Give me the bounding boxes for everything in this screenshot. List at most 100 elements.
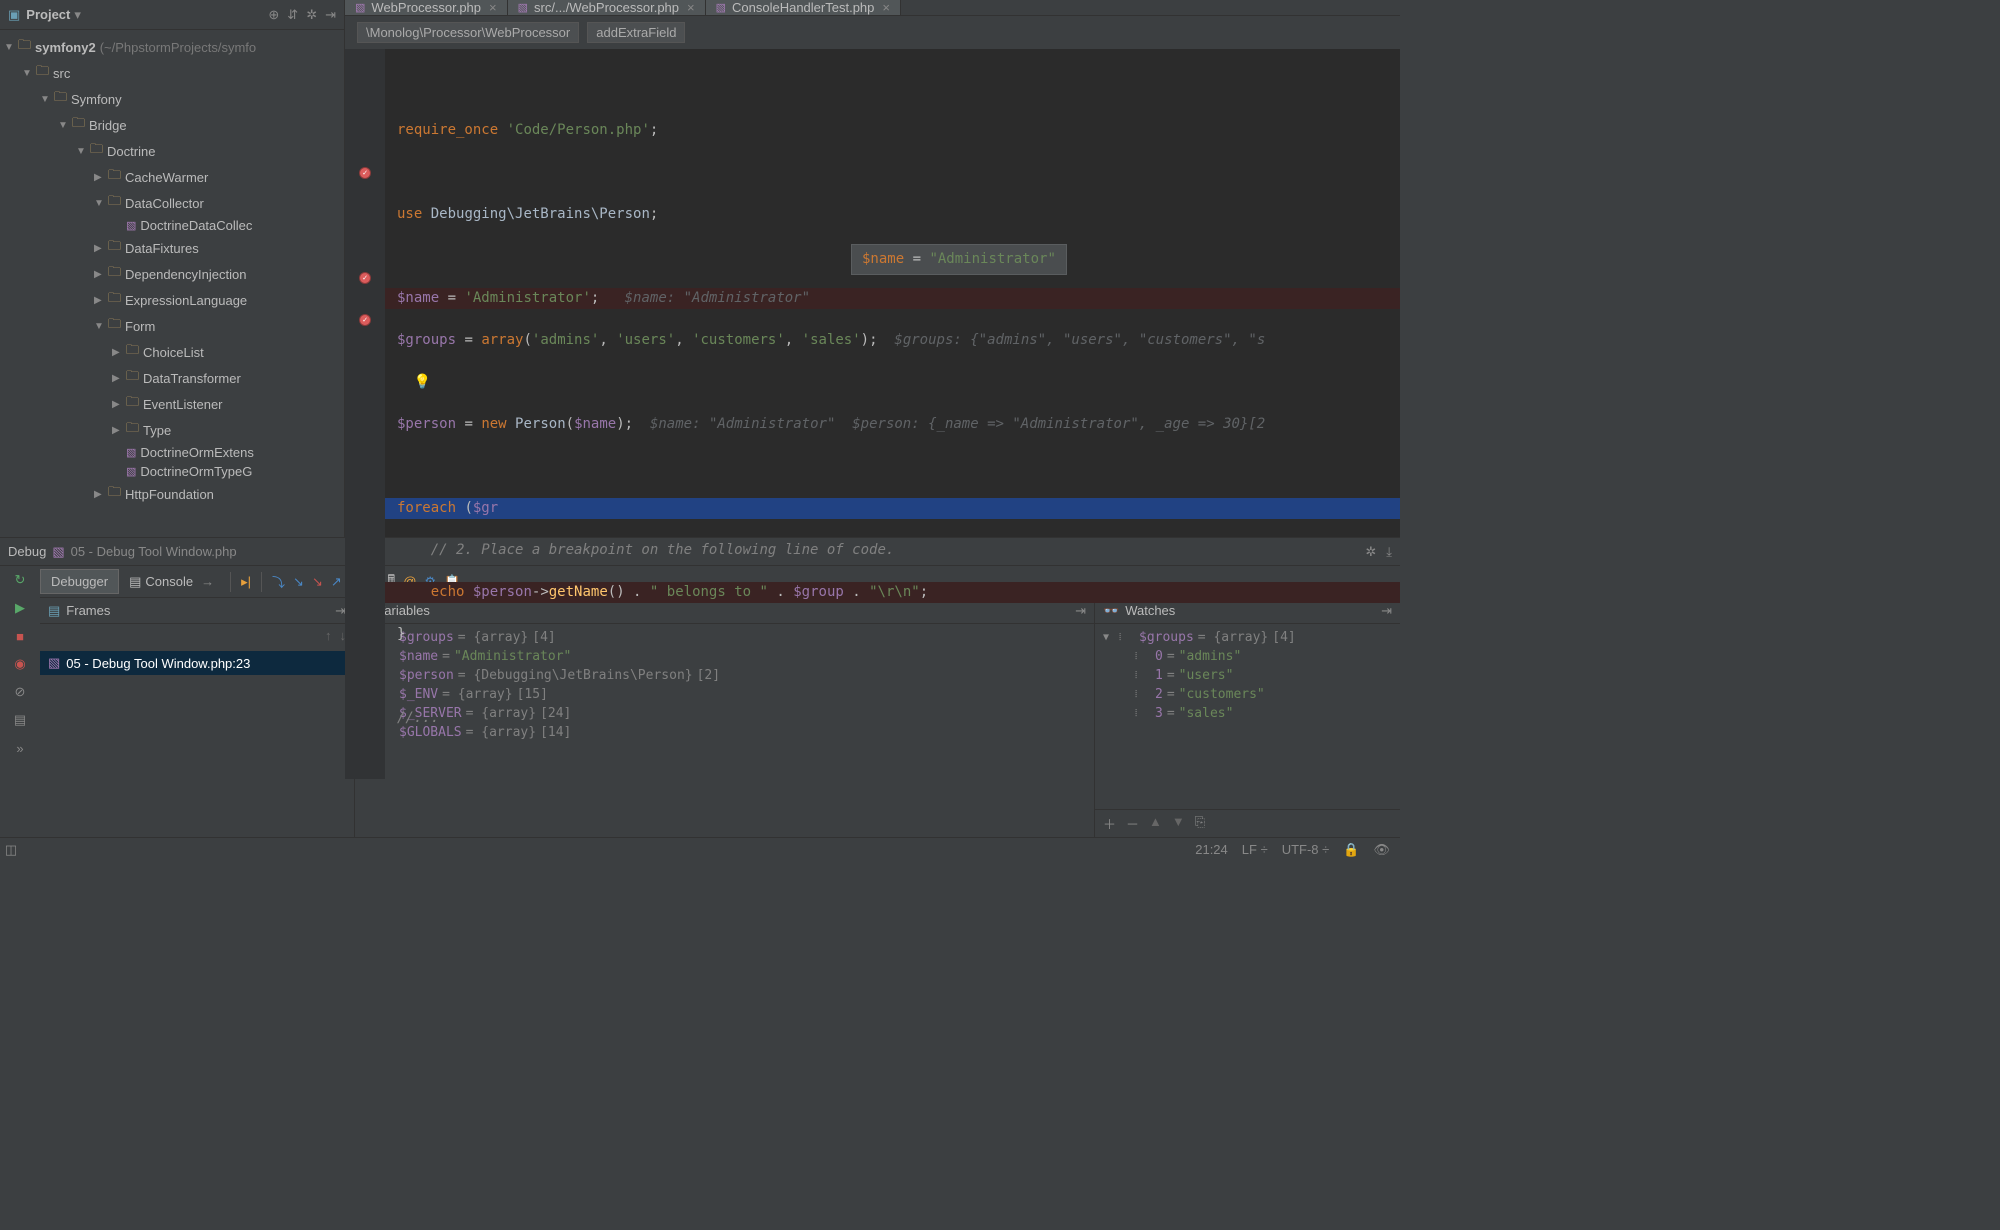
scroll-target-icon[interactable]: ⊕ [268,7,279,23]
collapse-icon[interactable]: ⇵ [287,7,298,23]
chevron-right-icon[interactable]: ▶ [112,373,126,384]
tree-item[interactable]: ▶🗀 DataFixtures [0,235,344,261]
editor-gutter[interactable]: ✓ ✓ ✓ [345,49,385,779]
tree-item-label: HttpFoundation [125,487,214,502]
tool-window-bar[interactable]: ◫ [0,837,22,861]
close-icon[interactable]: × [687,0,695,15]
project-tree[interactable]: ▼ 🗀 symfony2 (~/PhpstormProjects/symfo ▼… [0,30,344,537]
code-editor[interactable]: ✓ ✓ ✓ require_once 'Code/Person.php'; us… [345,49,1400,779]
inspect-icon[interactable]: 👁 [1373,842,1390,858]
tree-item-label: Type [143,423,171,438]
tree-item[interactable]: ▶🗀DataTransformer [0,365,344,391]
tree-item-label: DataCollector [125,196,204,211]
breakpoints-icon[interactable]: ◉ [10,654,30,674]
tree-item[interactable]: ▶🗀DependencyInjection [0,261,344,287]
inline-value-tooltip: $name = "Administrator" [851,244,1067,275]
close-icon[interactable]: × [882,0,890,15]
tree-item[interactable]: ▶🗀EventListener [0,391,344,417]
prev-frame-icon[interactable]: ↑ [325,628,332,643]
more-icon[interactable]: » [10,738,30,758]
folder-icon: 🗀 [108,263,121,285]
chevron-down-icon[interactable]: ▼ [94,198,108,209]
chevron-right-icon[interactable]: ▶ [94,489,108,500]
status-bar: 21:24 LF ÷ UTF-8 ÷ 🔒 👁 [22,837,1400,861]
gear-icon[interactable]: ✲ [306,7,317,23]
chevron-right-icon[interactable]: ▶ [94,172,108,183]
line-ending[interactable]: LF ÷ [1242,842,1268,857]
php-file-icon: ▧ [518,1,528,14]
folder-icon: 🗀 [90,140,103,162]
folder-icon: 🗀 [18,36,31,58]
encoding[interactable]: UTF-8 ÷ [1282,842,1330,857]
chevron-down-icon[interactable]: ▼ [40,94,54,105]
lock-icon[interactable]: 🔒 [1343,842,1359,858]
tree-item[interactable]: ▧DoctrineDataCollec [0,216,344,235]
editor-tab[interactable]: ▧ConsoleHandlerTest.php× [706,0,901,15]
breakpoint-icon[interactable]: ✓ [359,167,371,179]
chevron-down-icon[interactable]: ▼ [4,42,18,53]
folder-icon: 🗀 [108,483,121,505]
close-icon[interactable]: × [489,0,497,15]
chevron-right-icon[interactable]: ▶ [94,295,108,306]
force-step-into-icon[interactable]: ↘ [308,572,327,592]
tree-item[interactable]: ▼🗀Symfony [0,86,344,112]
tree-root[interactable]: ▼ 🗀 symfony2 (~/PhpstormProjects/symfo [0,34,344,60]
step-out-icon[interactable]: ↗ [327,572,346,592]
php-file-icon: ▧ [126,219,136,232]
resume-icon[interactable]: ▶ [10,598,30,618]
stop-icon[interactable]: ■ [10,626,30,646]
folder-icon: 🗀 [126,393,139,415]
tree-item[interactable]: ▶🗀ChoiceList [0,339,344,365]
tree-item[interactable]: ▼🗀Bridge [0,112,344,138]
tree-item-label: ExpressionLanguage [125,293,247,308]
tree-item[interactable]: ▼🗀Form [0,313,344,339]
chevron-right-icon[interactable]: ▶ [94,269,108,280]
add-watch-icon[interactable]: ＋ [1103,814,1116,833]
tree-item[interactable]: ▧DoctrineOrmExtens [0,443,344,462]
tree-item-label: CacheWarmer [125,170,208,185]
breakpoint-icon[interactable]: ✓ [359,272,371,284]
folder-icon: 🗀 [108,237,121,259]
down-icon[interactable]: ▼ [1172,814,1185,833]
chevron-right-icon[interactable]: ▶ [112,425,126,436]
chevron-down-icon[interactable]: ▾ [74,7,81,23]
tree-item-label: DataFixtures [125,241,199,256]
tree-item-label: Doctrine [107,144,155,159]
tree-item[interactable]: ▼🗀 Doctrine [0,138,344,164]
tree-item[interactable]: ▶🗀 HttpFoundation [0,481,344,507]
breakpoint-icon[interactable]: ✓ [359,314,371,326]
step-into-icon[interactable]: ↘ [289,572,308,592]
tree-item[interactable]: ▶🗀CacheWarmer [0,164,344,190]
show-exec-point-icon[interactable]: ▸| [237,572,255,592]
chevron-down-icon[interactable]: ▼ [22,68,36,79]
frames-icon: ▤ [48,603,60,619]
chevron-down-icon[interactable]: ▼ [76,146,90,157]
editor-tab[interactable]: ▧src/.../WebProcessor.php× [508,0,706,15]
breadcrumb-namespace[interactable]: \Monolog\Processor\WebProcessor [357,22,579,43]
tree-item[interactable]: ▶🗀ExpressionLanguage [0,287,344,313]
cursor-position: 21:24 [1195,842,1228,857]
mute-bp-icon[interactable]: ⊘ [10,682,30,702]
editor-tab[interactable]: ▧WebProcessor.php× [345,0,508,15]
console-tab[interactable]: ▤Console→ [119,570,224,594]
tree-item[interactable]: ▼🗀DataCollector [0,190,344,216]
tree-item[interactable]: ▶🗀Type [0,417,344,443]
stack-frame[interactable]: ▧ 05 - Debug Tool Window.php:23 [40,651,354,675]
rerun-icon[interactable]: ↻ [10,570,30,590]
chevron-down-icon[interactable]: ▼ [58,120,72,131]
tree-item[interactable]: ▼🗀src [0,60,344,86]
copy-icon[interactable]: ⎘ [1195,814,1205,833]
step-over-icon[interactable]: ⤵ [268,570,289,593]
chevron-down-icon[interactable]: ▼ [94,321,108,332]
layout-icon[interactable]: ▤ [10,710,30,730]
debugger-tab[interactable]: Debugger [40,569,119,594]
breadcrumb-method[interactable]: addExtraField [587,22,685,43]
tree-item[interactable]: ▧DoctrineOrmTypeG [0,462,344,481]
chevron-right-icon[interactable]: ▶ [112,347,126,358]
hide-icon[interactable]: ⇥ [325,7,336,23]
remove-watch-icon[interactable]: － [1126,814,1139,833]
chevron-right-icon[interactable]: ▶ [112,399,126,410]
chevron-right-icon[interactable]: ▶ [94,243,108,254]
code-content[interactable]: require_once 'Code/Person.php'; use Debu… [385,49,1400,779]
up-icon[interactable]: ▲ [1149,814,1162,833]
